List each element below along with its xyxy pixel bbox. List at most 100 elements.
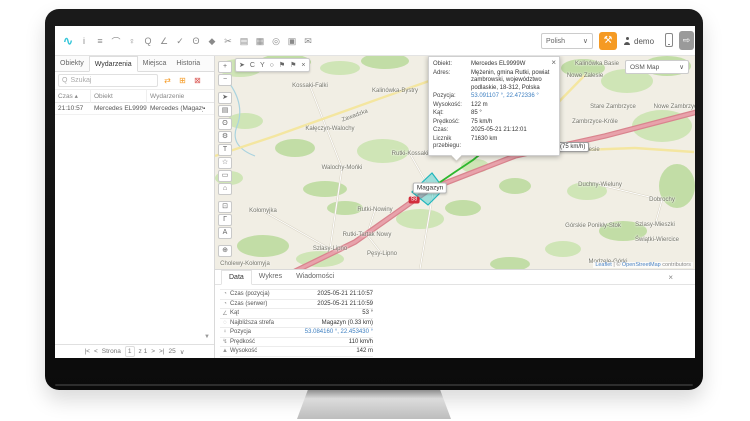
popup-rows: Obiekt: Mercedes EL9999W Adres: Mężenin,… bbox=[433, 61, 555, 151]
chevron-down-icon: ∨ bbox=[679, 63, 684, 71]
tab-data[interactable]: Data bbox=[221, 270, 252, 285]
labels-toggle-button[interactable]: T bbox=[218, 144, 232, 156]
transfer-events-icon[interactable]: ⇄ bbox=[160, 74, 175, 87]
messages-icon[interactable]: ✉ bbox=[301, 36, 315, 47]
detail-rows: ◔ Czas (pozycja) 2025-05-21 21:10:57 ◔ C… bbox=[220, 289, 373, 357]
top-toolbar: ∿i≡⌒♀Q∠✓ʘ◆✂▤▦◎▣✉ Polish ∨ ⚒ demo ⇨ bbox=[55, 26, 695, 56]
detail-row: ♀ Pozycja 53.084160 °, 22.453430 ° bbox=[220, 328, 373, 338]
search-actions: ⇄⊞⊠ bbox=[160, 74, 205, 87]
reports-icon[interactable]: ▤ bbox=[237, 36, 251, 47]
language-select[interactable]: Polish ∨ bbox=[541, 33, 593, 49]
last-page-button[interactable]: >| bbox=[159, 348, 164, 355]
popup-row: Wysokość: 122 m bbox=[433, 102, 555, 110]
draw-curve-tool[interactable]: C bbox=[250, 62, 255, 69]
layer-value: OSM Map bbox=[630, 64, 659, 71]
favorites-button[interactable]: ☆ bbox=[218, 157, 232, 169]
calendar-icon[interactable]: ▦ bbox=[253, 36, 267, 47]
osm-link[interactable]: OpenStreetMap bbox=[622, 262, 661, 268]
table-row[interactable]: 21:10:57 Mercedes EL9999W Mercedes (Maga… bbox=[55, 103, 214, 115]
video-icon[interactable]: ▣ bbox=[285, 36, 299, 47]
monitor-stand bbox=[297, 390, 451, 419]
search-placeholder: Szukaj bbox=[70, 77, 91, 84]
brand-logo-icon[interactable]: ∿ bbox=[61, 34, 75, 48]
chevron-down-icon: ∨ bbox=[583, 37, 588, 45]
map-settings-button[interactable]: ⚙ bbox=[218, 131, 232, 143]
search-icon: Q bbox=[62, 77, 67, 84]
dashboard-icon[interactable]: ⌒ bbox=[109, 35, 123, 48]
tab-wiadomosci[interactable]: Wiadomości bbox=[289, 270, 341, 284]
username: demo bbox=[634, 37, 654, 46]
page-input[interactable]: 1 bbox=[125, 346, 135, 357]
search-input[interactable]: Q Szukaj bbox=[58, 74, 158, 87]
detail-panel: DataWykresWiadomości × ◔ Czas (pozycja) … bbox=[215, 269, 695, 358]
page-size-select[interactable]: 25 bbox=[169, 348, 176, 355]
column-obiekt[interactable]: Obiekt bbox=[91, 90, 147, 103]
unit-icon: ▪ bbox=[203, 106, 211, 112]
pan-tool-button[interactable]: ➤ bbox=[218, 92, 232, 104]
draw-select-tool[interactable]: ➤ bbox=[239, 61, 245, 69]
detail-close-button[interactable]: × bbox=[668, 273, 673, 282]
popup-close-button[interactable]: × bbox=[551, 58, 556, 67]
mobile-app-icon[interactable] bbox=[665, 33, 673, 47]
tab-historia[interactable]: Historia bbox=[171, 56, 205, 71]
detail-row-icon: ♀ bbox=[220, 329, 230, 335]
map-search-button[interactable]: ʘ bbox=[218, 118, 232, 130]
tab-wykres[interactable]: Wykres bbox=[252, 270, 289, 284]
scroll-bottom-icon[interactable]: ▼ bbox=[204, 334, 210, 340]
sort-asc-icon: ▴ bbox=[75, 93, 78, 100]
column-wydarzenie[interactable]: Wydarzenie bbox=[147, 90, 211, 103]
camera-icon[interactable]: ◎ bbox=[269, 36, 283, 47]
draw-marker-tool[interactable]: ⚑ bbox=[279, 61, 285, 69]
zoom-in-button[interactable]: + bbox=[218, 61, 232, 73]
locate-button[interactable]: ⊕ bbox=[218, 245, 232, 257]
popup-row: Obiekt: Mercedes EL9999W bbox=[433, 61, 555, 69]
detail-row-icon: ▲ bbox=[220, 348, 230, 354]
detail-row-icon: ∠ bbox=[220, 310, 230, 317]
detail-row-icon: ◔ bbox=[220, 301, 230, 307]
geofences-icon[interactable]: ◆ bbox=[205, 36, 219, 47]
next-page-button[interactable]: > bbox=[151, 348, 155, 355]
draw-route-tool[interactable]: Y bbox=[260, 62, 265, 69]
prev-page-button[interactable]: < bbox=[94, 348, 98, 355]
monitoring-icon[interactable]: ʘ bbox=[189, 36, 203, 46]
detail-row: ↯ Prędkość 110 km/h bbox=[220, 338, 373, 348]
detail-row-icon: ↯ bbox=[220, 338, 230, 345]
search-row: Q Szukaj ⇄⊞⊠ bbox=[55, 72, 214, 90]
export-events-icon[interactable]: ⊞ bbox=[175, 74, 190, 87]
draw-circle-tool[interactable]: ○ bbox=[270, 62, 274, 69]
map[interactable]: Kossaki-FalkiKalinówka-BystryKalinówka B… bbox=[215, 56, 695, 269]
select-area-button[interactable]: ▭ bbox=[218, 170, 232, 182]
layers-button[interactable]: ▤ bbox=[218, 105, 232, 117]
tab-wydarzenia[interactable]: Wydarzenia bbox=[89, 56, 138, 72]
objects-menu-icon[interactable]: ≡ bbox=[93, 36, 107, 46]
tasks-icon[interactable]: ✓ bbox=[173, 36, 187, 47]
clear-events-icon[interactable]: ⊠ bbox=[190, 74, 205, 87]
font-size-button[interactable]: A bbox=[218, 227, 232, 239]
tracks-icon[interactable]: ∠ bbox=[157, 36, 171, 47]
home-view-button[interactable]: ⌂ bbox=[218, 183, 232, 195]
search-icon[interactable]: Q bbox=[141, 36, 155, 46]
zoom-out-button[interactable]: − bbox=[218, 74, 232, 86]
places-icon[interactable]: ♀ bbox=[125, 36, 139, 46]
leaflet-link[interactable]: Leaflet bbox=[595, 262, 612, 268]
fullscreen-button[interactable]: ⊡ bbox=[218, 201, 232, 213]
chevron-down-icon[interactable]: ∨ bbox=[180, 348, 185, 356]
unit-popup: × Obiekt: Mercedes EL9999W Adres: Mężeni… bbox=[428, 56, 560, 156]
logout-button[interactable]: ⇨ bbox=[679, 31, 694, 50]
info-icon[interactable]: i bbox=[77, 36, 91, 46]
map-layer-select[interactable]: OSM Map ∨ bbox=[625, 60, 689, 74]
map-side-toolbar: +− ➤▤ʘ⚙T☆▭⌂ ⊡ΓA ⊕ bbox=[218, 61, 232, 257]
column-czas[interactable]: Czas ▴ bbox=[55, 90, 91, 103]
popup-row: Kąt: 85 ° bbox=[433, 110, 555, 118]
tab-obiekty[interactable]: Obiekty bbox=[55, 56, 89, 71]
draw-marker-alt-tool[interactable]: ⚑ bbox=[290, 61, 296, 69]
measure-button[interactable]: Γ bbox=[218, 214, 232, 226]
tools-icon[interactable]: ✂ bbox=[221, 36, 235, 47]
popup-row: Licznik przebiegu: 71630 km bbox=[433, 136, 555, 151]
draw-close-button[interactable]: × bbox=[301, 62, 305, 69]
tab-miejsca[interactable]: Miejsca bbox=[138, 56, 172, 71]
detail-row-icon: ◔ bbox=[220, 291, 230, 297]
tools-button[interactable]: ⚒ bbox=[599, 32, 617, 50]
first-page-button[interactable]: |< bbox=[84, 348, 89, 355]
user-menu[interactable]: demo bbox=[623, 33, 654, 49]
